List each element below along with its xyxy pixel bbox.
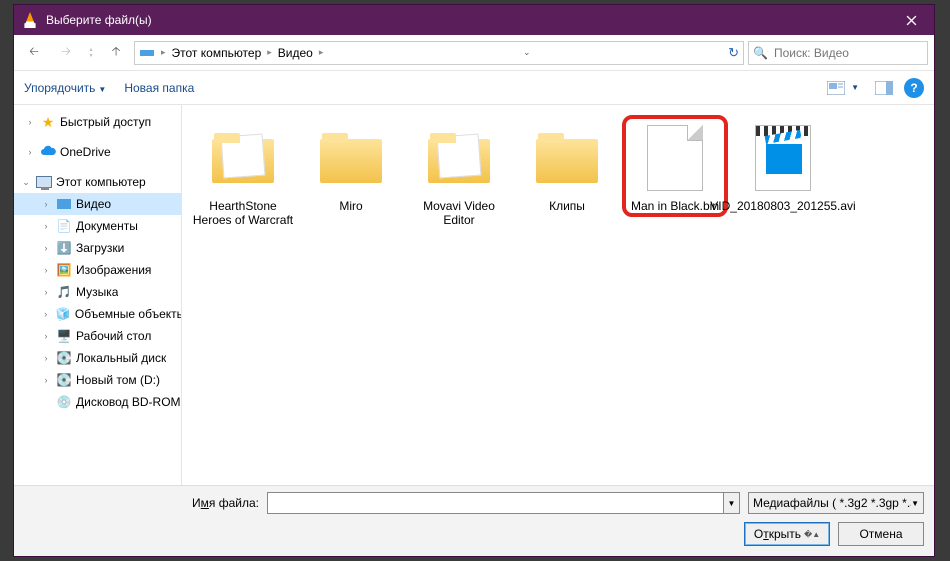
documents-icon: 📄 (56, 218, 72, 234)
file-vid-avi[interactable]: VID_20180803_201255.avi (730, 115, 836, 219)
footer: Имя файла: ▼ Медиафайлы ( *.3g2 *.3gp *.… (14, 486, 934, 556)
close-button[interactable] (888, 5, 934, 35)
sidebar-item-documents[interactable]: ›📄 Документы (14, 215, 181, 237)
sidebar-item-music[interactable]: ›🎵 Музыка (14, 281, 181, 303)
sidebar-item-bdrom[interactable]: 💿 Дисковод BD-ROM (14, 391, 181, 413)
crumb-this-pc[interactable]: Этот компьютер (172, 46, 262, 60)
drive-icon: 💽 (56, 350, 72, 366)
filename-input[interactable] (267, 492, 724, 514)
refresh-button[interactable]: ↻ (728, 45, 739, 61)
onedrive[interactable]: › OneDrive (14, 141, 181, 163)
preview-pane-button[interactable] (870, 77, 898, 99)
window-title: Выберите файл(ы) (46, 13, 888, 27)
cloud-icon (40, 144, 56, 160)
search-input[interactable] (774, 46, 923, 60)
up-button[interactable]: 🡡 (102, 41, 130, 65)
monitor-icon (36, 174, 52, 190)
folder-movavi[interactable]: Movavi Video Editor (406, 115, 512, 233)
sidebar-item-desktop[interactable]: ›🖥️ Рабочий стол (14, 325, 181, 347)
help-button[interactable]: ? (904, 78, 924, 98)
file-label: HearthStone Heroes of Warcraft (192, 199, 294, 227)
recent-dropdown[interactable]: ▴▾ (84, 47, 98, 59)
drive-icon: 💽 (56, 372, 72, 388)
address-bar[interactable]: ▸ Этот компьютер ▸ Видео ▸ ⌄ ↻ (134, 41, 744, 65)
sidebar-item-downloads[interactable]: ›⬇️ Загрузки (14, 237, 181, 259)
filter-text: Медиафайлы ( *.3g2 *.3gp *.3gp (753, 496, 911, 510)
file-label: VID_20180803_201255.avi (710, 199, 855, 213)
file-label: Miro (339, 199, 362, 213)
vlc-icon (22, 12, 38, 28)
sidebar-item-local-disk[interactable]: ›💽 Локальный диск (14, 347, 181, 369)
sidebar-item-3d[interactable]: ›🧊 Объемные объекты (14, 303, 181, 325)
folder-hearthstone[interactable]: HearthStone Heroes of Warcraft (190, 115, 296, 233)
video-lib-icon (139, 45, 155, 61)
search-box[interactable]: 🔍 (748, 41, 928, 65)
filename-dropdown[interactable]: ▼ (724, 492, 740, 514)
file-label: Man in Black.bin (631, 199, 719, 213)
address-dropdown[interactable]: ⌄ (523, 47, 531, 58)
sidebar-item-video[interactable]: › Видео (14, 193, 181, 215)
downloads-icon: ⬇️ (56, 240, 72, 256)
open-button[interactable]: Открыть�▲ (744, 522, 830, 546)
sidebar-item-pictures[interactable]: ›🖼️ Изображения (14, 259, 181, 281)
sidebar-item-drive-d[interactable]: ›💽 Новый том (D:) (14, 369, 181, 391)
file-label: Movavi Video Editor (408, 199, 510, 227)
music-icon: 🎵 (56, 284, 72, 300)
back-button[interactable]: 🡠 (20, 41, 48, 65)
view-mode-button[interactable]: ▼ (822, 77, 864, 99)
file-label: Клипы (549, 199, 585, 213)
forward-button[interactable]: 🡢 (52, 41, 80, 65)
star-icon: ★ (40, 114, 56, 130)
folder-clips[interactable]: Клипы (514, 115, 620, 219)
disc-icon: 💿 (56, 394, 72, 410)
new-folder-button[interactable]: Новая папка (124, 81, 194, 95)
nav-tree: › ★ Быстрый доступ › OneDrive ⌄ Этот ком… (14, 105, 182, 485)
nav-bar: 🡠 🡢 ▴▾ 🡡 ▸ Этот компьютер ▸ Видео ▸ ⌄ ↻ … (14, 35, 934, 71)
search-icon: 🔍 (753, 46, 768, 60)
pictures-icon: 🖼️ (56, 262, 72, 278)
organize-button[interactable]: Упорядочить▼ (24, 81, 106, 95)
quick-access[interactable]: › ★ Быстрый доступ (14, 111, 181, 133)
video-icon (56, 196, 72, 212)
body: › ★ Быстрый доступ › OneDrive ⌄ Этот ком… (14, 105, 934, 486)
titlebar: Выберите файл(ы) (14, 5, 934, 35)
close-icon (906, 15, 917, 26)
crumb-video[interactable]: Видео (278, 46, 313, 60)
file-type-filter[interactable]: Медиафайлы ( *.3g2 *.3gp *.3gp ▼ (748, 492, 924, 514)
file-grid: HearthStone Heroes of Warcraft Miro Mova… (182, 105, 934, 485)
preview-icon (875, 81, 893, 95)
cancel-button[interactable]: Отмена (838, 522, 924, 546)
toolbar: Упорядочить▼ Новая папка ▼ ? (14, 71, 934, 105)
dialog-window: Выберите файл(ы) 🡠 🡢 ▴▾ 🡡 ▸ Этот компьют… (13, 4, 935, 557)
this-pc[interactable]: ⌄ Этот компьютер (14, 171, 181, 193)
cube-icon: 🧊 (56, 306, 71, 322)
filename-label: Имя файла: (24, 496, 259, 510)
thumbnails-icon (827, 81, 845, 95)
desktop-icon: 🖥️ (56, 328, 72, 344)
folder-miro[interactable]: Miro (298, 115, 404, 219)
